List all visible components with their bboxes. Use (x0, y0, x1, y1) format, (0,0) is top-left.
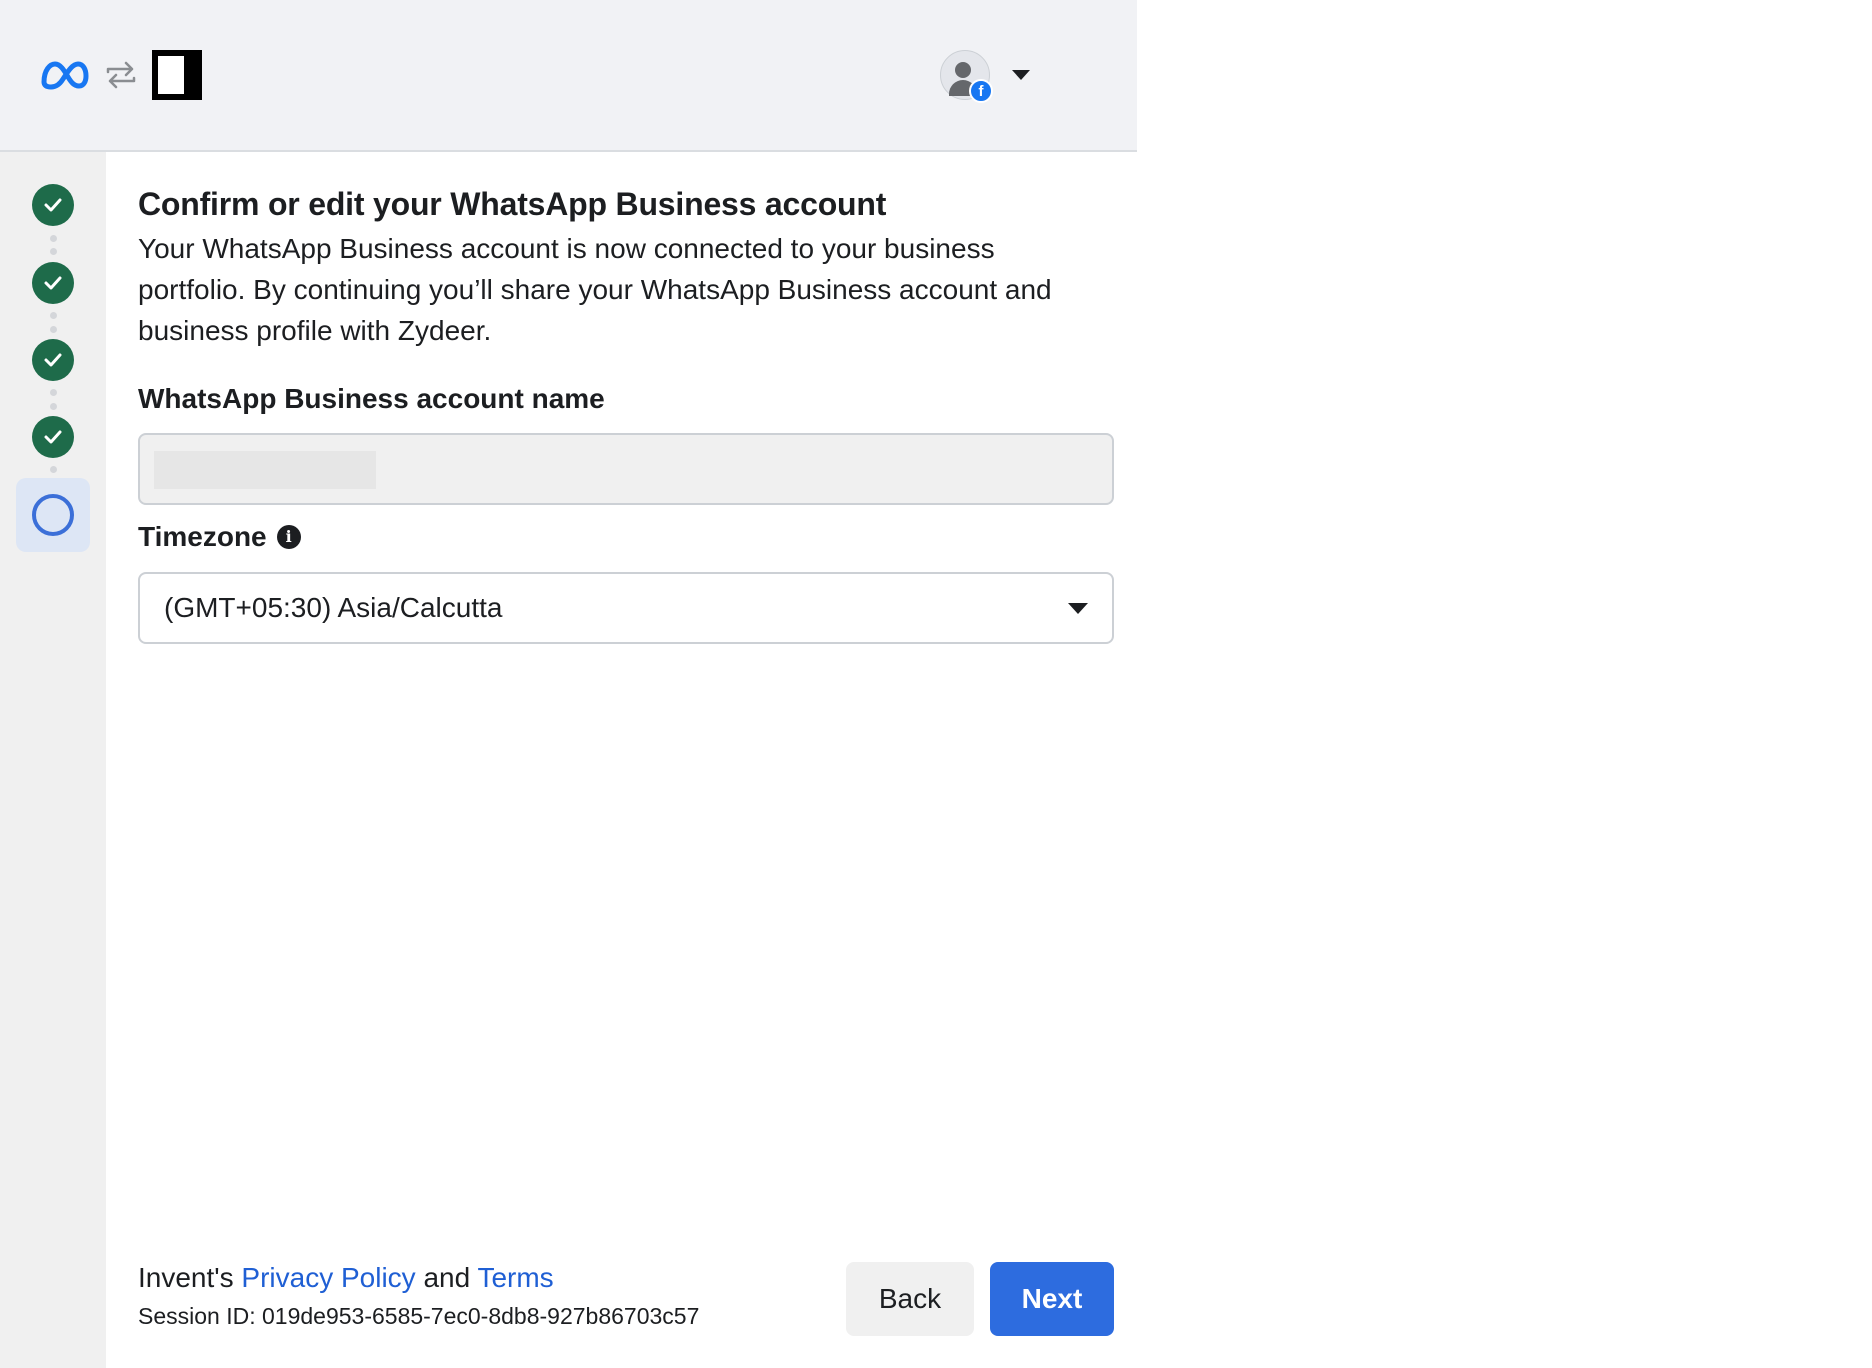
step-5-current (16, 478, 90, 552)
step-3-complete-icon (32, 339, 74, 381)
main-content: Confirm or edit your WhatsApp Business a… (106, 152, 1137, 1368)
step-2-complete-icon (32, 262, 74, 304)
page-title: Confirm or edit your WhatsApp Business a… (138, 186, 887, 222)
step-connector-dot (50, 326, 57, 333)
step-connector-dot (50, 389, 57, 396)
account-name-label: WhatsApp Business account name (138, 383, 605, 415)
step-connector-dot (50, 466, 57, 473)
facebook-badge-icon: f (969, 79, 993, 103)
account-menu[interactable]: f (940, 50, 1030, 103)
step-1-complete-icon (32, 184, 74, 226)
account-name-field[interactable] (138, 433, 1114, 505)
footer-prefix: Invent's (138, 1262, 242, 1293)
footer-and: and (415, 1262, 478, 1293)
top-bar: f (0, 0, 1137, 152)
next-button[interactable]: Next (990, 1262, 1114, 1336)
step-current-circle-icon (32, 494, 74, 536)
timezone-label: Timezone i (138, 521, 301, 553)
step-connector-dot (50, 312, 57, 319)
brand-group (38, 50, 202, 100)
chevron-down-icon[interactable] (1012, 70, 1030, 80)
privacy-policy-link[interactable]: Privacy Policy (241, 1262, 415, 1293)
step-connector-dot (50, 235, 57, 242)
step-4-complete-icon (32, 416, 74, 458)
swap-arrows-icon (104, 60, 138, 90)
info-icon[interactable]: i (276, 525, 301, 549)
step-connector-dot (50, 248, 57, 255)
timezone-value: (GMT+05:30) Asia/Calcutta (164, 592, 503, 623)
terms-link[interactable]: Terms (477, 1262, 553, 1293)
back-button[interactable]: Back (846, 1262, 974, 1336)
session-id: Session ID: 019de953-6585-7ec0-8db8-927b… (138, 1303, 700, 1329)
redacted-account-name (154, 451, 376, 489)
timezone-label-text: Timezone (138, 521, 267, 552)
account-name-label-text: WhatsApp Business account name (138, 383, 605, 414)
progress-stepper (0, 152, 106, 1368)
avatar-head (955, 62, 971, 78)
footer-legal: Invent's Privacy Policy and Terms (138, 1262, 554, 1294)
chevron-down-icon (1068, 602, 1088, 614)
app-logo-icon (152, 50, 202, 100)
onboarding-dialog: f Confirm or edit your WhatsApp Business… (0, 0, 1137, 1368)
avatar[interactable]: f (940, 50, 993, 103)
step-connector-dot (50, 403, 57, 410)
timezone-select[interactable]: (GMT+05:30) Asia/Calcutta (138, 572, 1114, 644)
meta-logo-icon (38, 60, 90, 90)
page-description: Your WhatsApp Business account is now co… (138, 233, 1052, 346)
